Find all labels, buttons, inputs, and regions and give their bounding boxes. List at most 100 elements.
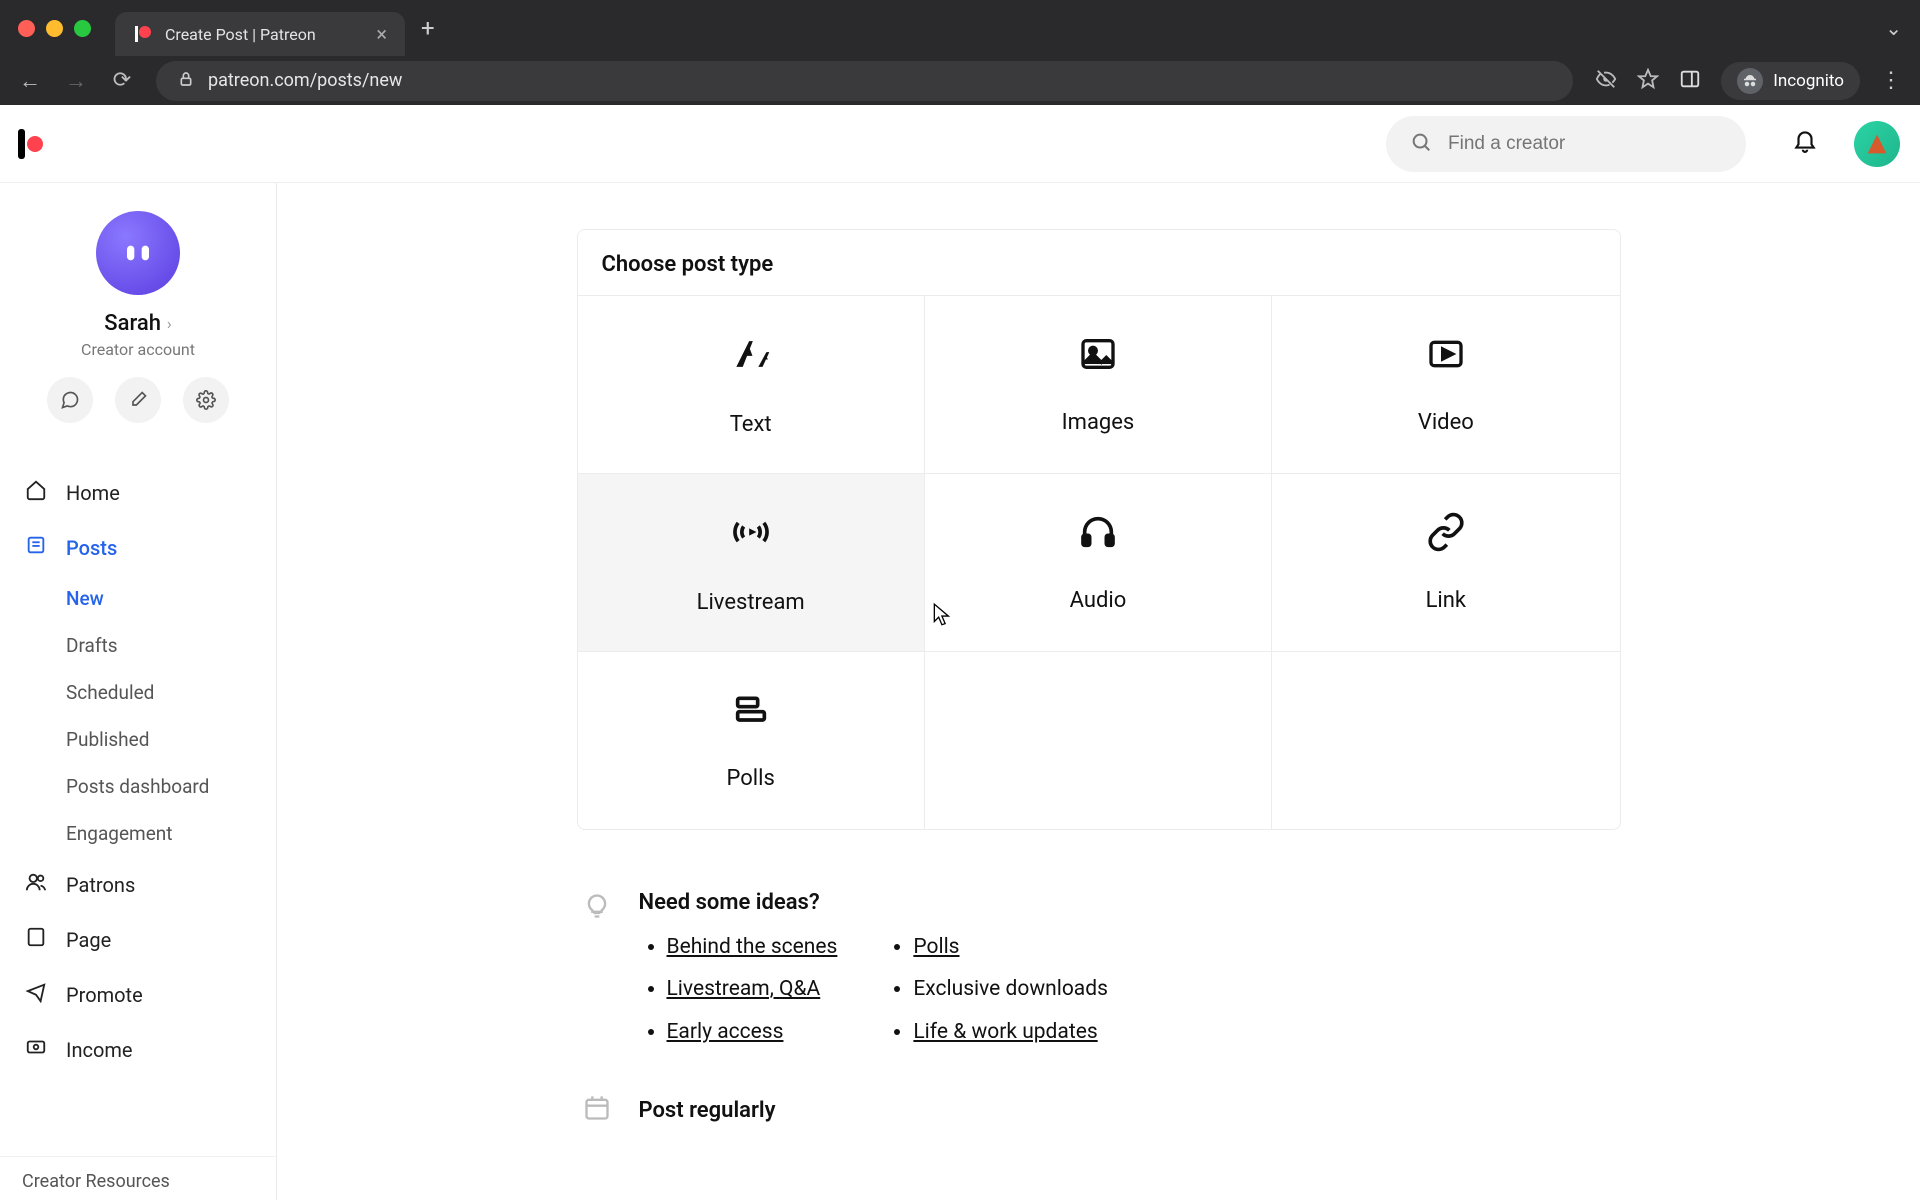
chat-button[interactable]	[47, 377, 93, 423]
patreon-logo[interactable]	[18, 129, 43, 159]
sidebar-item-income[interactable]: Income	[0, 1022, 276, 1077]
idea-link-livestream-qa[interactable]: Livestream, Q&A	[667, 977, 821, 1001]
app-body: Sarah › Creator account	[0, 183, 1920, 1200]
hide-extensions-icon[interactable]	[1595, 68, 1617, 94]
ideas-section: Need some ideas? Behind the scenes Lives…	[577, 890, 1621, 1060]
promote-icon	[24, 981, 48, 1008]
maximize-window-button[interactable]	[74, 20, 91, 37]
logo-bar-icon	[18, 129, 25, 159]
posts-icon	[24, 534, 48, 561]
video-icon	[1426, 334, 1466, 384]
edit-button[interactable]	[115, 377, 161, 423]
search-box[interactable]	[1386, 116, 1746, 172]
tile-audio[interactable]: Audio	[925, 473, 1272, 651]
url-field[interactable]: patreon.com/posts/new	[156, 61, 1573, 101]
calendar-icon	[583, 1094, 611, 1126]
search-input[interactable]	[1448, 133, 1722, 155]
close-window-button[interactable]	[18, 20, 35, 37]
sidebar-item-posts[interactable]: Posts	[0, 520, 276, 575]
posts-subnav: New Drafts Scheduled Published Posts das…	[0, 575, 276, 857]
new-tab-button[interactable]: +	[421, 14, 435, 42]
window-controls	[18, 20, 91, 37]
audio-icon	[1078, 512, 1118, 562]
post-regularly-title: Post regularly	[639, 1098, 776, 1123]
ideas-title: Need some ideas?	[639, 890, 1621, 915]
creator-subtitle: Creator account	[81, 340, 195, 359]
sidebar-item-label: Income	[66, 1038, 133, 1062]
idea-link-life-work-updates[interactable]: Life & work updates	[913, 1020, 1097, 1044]
tabs-overflow-button[interactable]: ⌄	[1885, 16, 1902, 40]
creator-name-row[interactable]: Sarah ›	[104, 311, 171, 336]
sidebar-item-patrons[interactable]: Patrons	[0, 857, 276, 912]
patreon-favicon-icon	[133, 24, 153, 44]
tile-label: Polls	[726, 766, 774, 791]
sidebar-profile: Sarah › Creator account	[0, 183, 276, 443]
incognito-icon	[1737, 68, 1763, 94]
tile-images[interactable]: Images	[925, 295, 1272, 473]
browser-menu-button[interactable]: ⋮	[1880, 68, 1902, 93]
tile-label: Text	[730, 412, 772, 437]
tile-text[interactable]: Text	[578, 295, 925, 473]
sidebar-item-promote[interactable]: Promote	[0, 967, 276, 1022]
tab-close-button[interactable]: ×	[376, 22, 387, 46]
minimize-window-button[interactable]	[46, 20, 63, 37]
tile-label: Video	[1418, 410, 1474, 435]
tile-livestream[interactable]: Livestream	[578, 473, 925, 651]
tab-title: Create Post | Patreon	[165, 25, 316, 44]
image-icon	[1078, 334, 1118, 384]
incognito-label: Incognito	[1773, 71, 1844, 91]
ideas-col-2: Polls Exclusive downloads Life & work up…	[885, 933, 1108, 1060]
subnav-engagement[interactable]: Engagement	[66, 810, 276, 857]
tile-label: Link	[1426, 588, 1467, 613]
address-bar: ← → ⟳ patreon.com/posts/new Incogni	[0, 56, 1920, 105]
tile-label: Audio	[1070, 588, 1127, 613]
ideas-columns: Behind the scenes Livestream, Q&A Early …	[639, 933, 1621, 1060]
notifications-button[interactable]	[1792, 127, 1818, 160]
post-type-card: Choose post type Text Images	[577, 229, 1621, 830]
home-icon	[24, 479, 48, 506]
forward-button[interactable]: →	[64, 68, 88, 94]
income-icon	[24, 1036, 48, 1063]
post-regularly-section: Post regularly	[577, 1094, 1621, 1126]
sidebar-footer-link[interactable]: Creator Resources	[0, 1156, 276, 1200]
creator-avatar[interactable]	[96, 211, 180, 295]
link-icon	[1426, 512, 1466, 562]
sidebar-nav: Home Posts New Drafts Scheduled Publishe…	[0, 465, 276, 1077]
browser-tab[interactable]: Create Post | Patreon ×	[115, 12, 405, 56]
creator-name: Sarah	[104, 311, 161, 336]
tile-polls[interactable]: Polls	[578, 651, 925, 829]
idea-link-early-access[interactable]: Early access	[667, 1020, 784, 1044]
back-button[interactable]: ←	[18, 68, 42, 94]
livestream-icon	[729, 510, 773, 564]
ideas-col-1: Behind the scenes Livestream, Q&A Early …	[639, 933, 838, 1060]
bookmark-icon[interactable]	[1637, 68, 1659, 94]
sidebar-item-label: Promote	[66, 983, 143, 1007]
subnav-drafts[interactable]: Drafts	[66, 622, 276, 669]
settings-button[interactable]	[183, 377, 229, 423]
sidebar-item-label: Posts	[66, 536, 117, 560]
subnav-new[interactable]: New	[66, 575, 276, 622]
reload-button[interactable]: ⟳	[110, 68, 134, 93]
incognito-indicator[interactable]: Incognito	[1721, 62, 1860, 100]
subnav-dashboard[interactable]: Posts dashboard	[66, 763, 276, 810]
url-text: patreon.com/posts/new	[208, 70, 402, 91]
tab-bar: Create Post | Patreon × + ⌄	[0, 0, 1920, 56]
page-icon	[24, 926, 48, 953]
user-avatar[interactable]	[1854, 121, 1900, 167]
sidebar-item-home[interactable]: Home	[0, 465, 276, 520]
sidebar-item-page[interactable]: Page	[0, 912, 276, 967]
sidebar: Sarah › Creator account	[0, 183, 277, 1200]
sidebar-item-label: Page	[66, 928, 111, 952]
idea-link-polls[interactable]: Polls	[913, 935, 959, 959]
side-panel-icon[interactable]	[1679, 68, 1701, 94]
idea-link-behind-the-scenes[interactable]: Behind the scenes	[667, 935, 838, 959]
main-content: Choose post type Text Images	[277, 183, 1920, 1200]
subnav-published[interactable]: Published	[66, 716, 276, 763]
tile-link[interactable]: Link	[1272, 473, 1619, 651]
lightbulb-icon	[583, 892, 611, 1060]
lock-icon	[178, 71, 194, 91]
tile-empty	[1272, 651, 1619, 829]
toolbar-right: Incognito ⋮	[1595, 62, 1902, 100]
tile-video[interactable]: Video	[1272, 295, 1619, 473]
subnav-scheduled[interactable]: Scheduled	[66, 669, 276, 716]
